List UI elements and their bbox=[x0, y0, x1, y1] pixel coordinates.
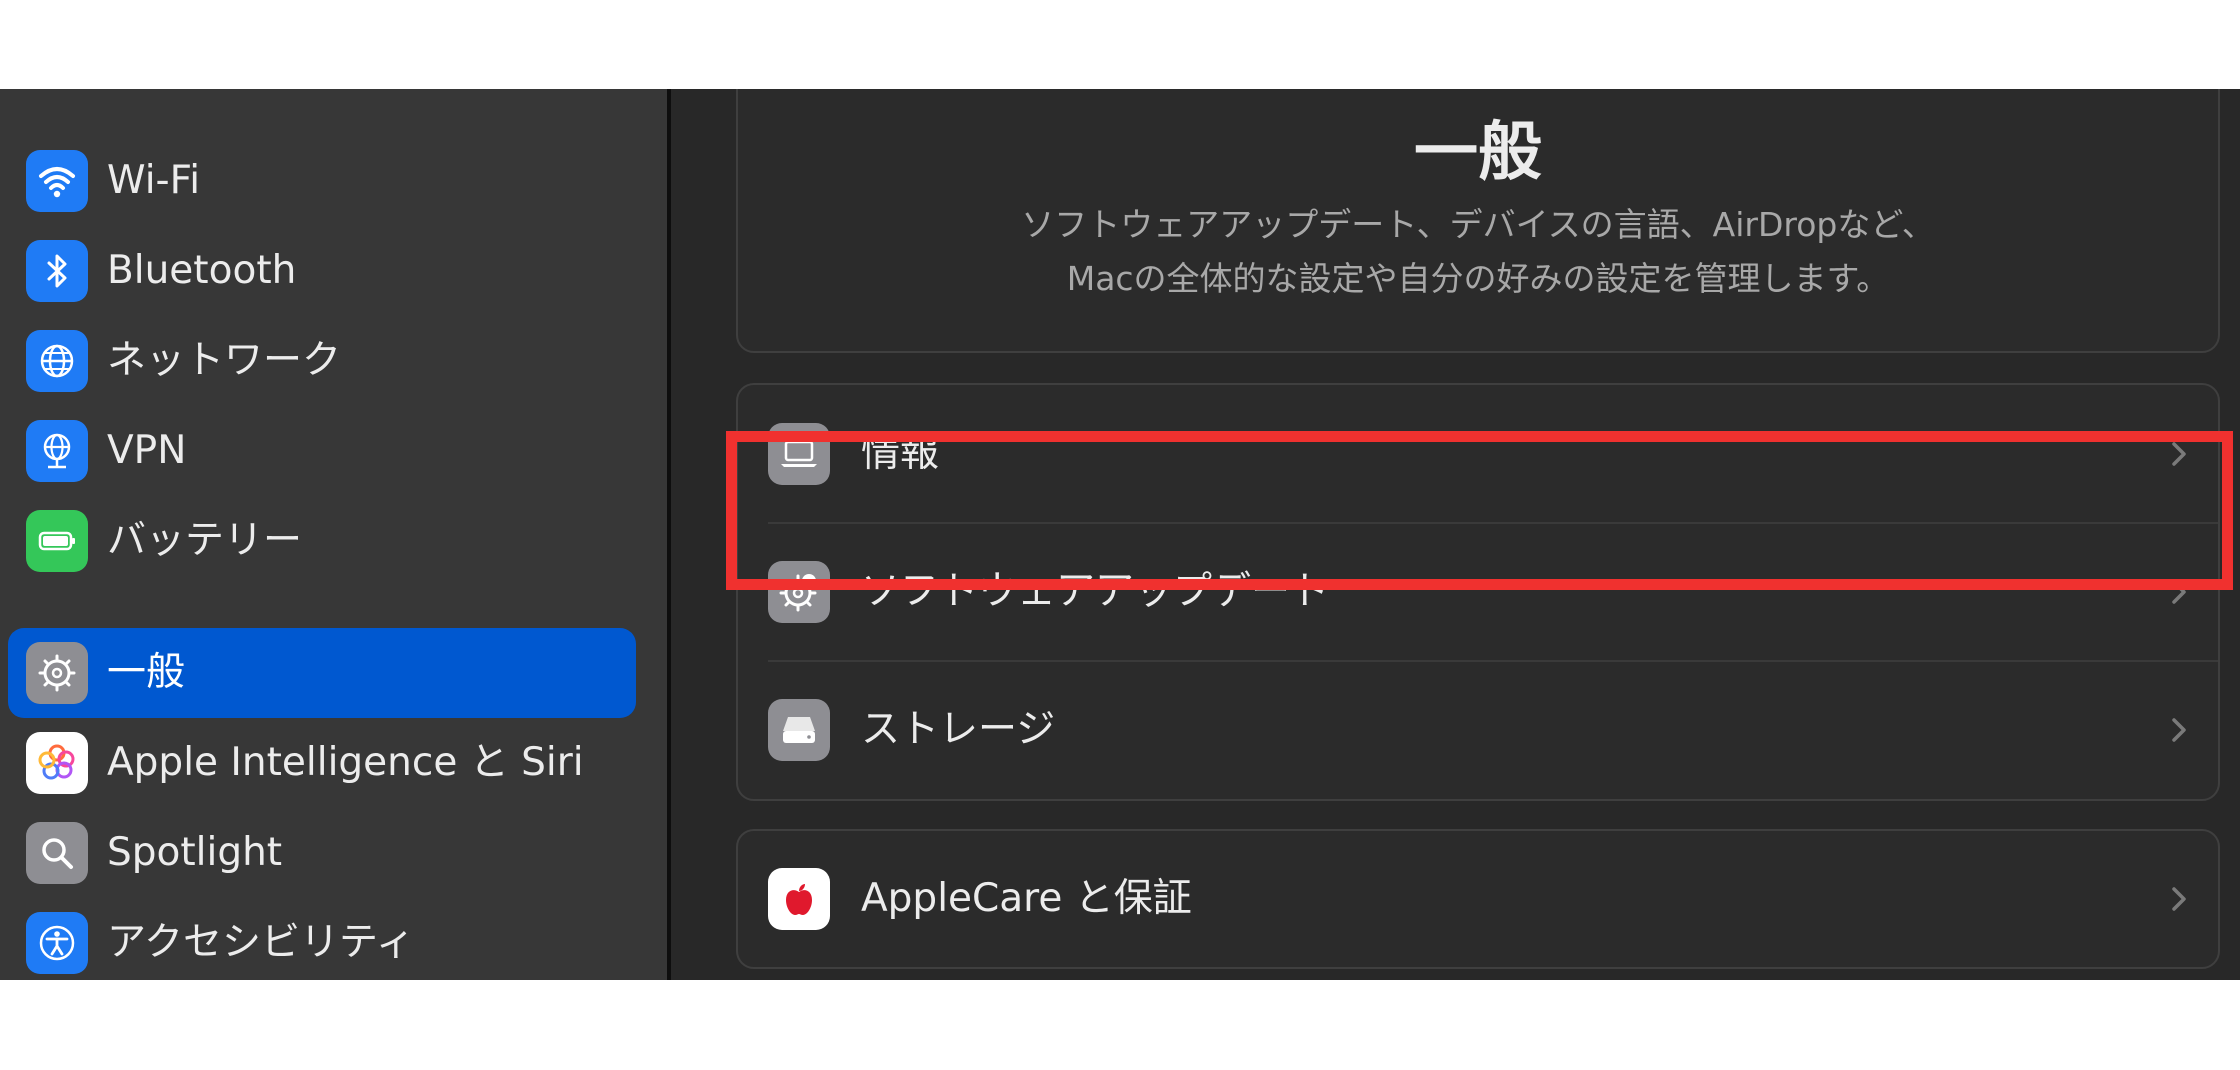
page-title: 一般 bbox=[1414, 116, 1542, 190]
row-software-update[interactable]: ソフトウェアアップデート bbox=[738, 523, 2218, 661]
chevron-right-icon bbox=[2172, 887, 2186, 911]
drive-icon bbox=[768, 699, 830, 761]
sidebar-item-battery[interactable]: バッテリー bbox=[8, 496, 636, 586]
wifi-icon bbox=[26, 150, 88, 212]
page-description-line-1: ソフトウェアアップデート、デバイスの言語、AirDropなど、 bbox=[1021, 205, 1935, 244]
vpn-globe-icon bbox=[26, 420, 88, 482]
sidebar-item-label: バッテリー bbox=[107, 518, 303, 563]
row-label: ソフトウェアアップデート bbox=[861, 569, 1330, 614]
sidebar-item-label: VPN bbox=[107, 428, 187, 473]
battery-icon bbox=[26, 510, 88, 572]
row-label: ストレージ bbox=[861, 707, 1056, 752]
row-applecare-warranty[interactable]: AppleCare と保証 bbox=[738, 830, 2218, 968]
chevron-right-icon bbox=[2172, 580, 2186, 604]
gear-badge-icon bbox=[768, 561, 830, 623]
accessibility-icon bbox=[26, 912, 88, 974]
sidebar-item-label: Bluetooth bbox=[107, 248, 297, 293]
sidebar-item-label: アクセシビリティ bbox=[107, 920, 415, 965]
settings-window: Wi-Fi Bluetooth ネットワーク VPN バッテリー 一般 Appl… bbox=[0, 89, 2240, 980]
laptop-icon bbox=[768, 423, 830, 485]
row-label: 情報 bbox=[861, 431, 940, 476]
sidebar-item-label: Wi-Fi bbox=[107, 158, 201, 203]
applecare-group: AppleCare と保証 bbox=[736, 829, 2220, 969]
row-storage[interactable]: ストレージ bbox=[738, 661, 2218, 799]
bluetooth-icon bbox=[26, 240, 88, 302]
sidebar-item-label: Spotlight bbox=[107, 830, 283, 875]
sidebar-item-network[interactable]: ネットワーク bbox=[8, 316, 636, 406]
general-settings-group: 情報 ソフトウェアアップデート ストレージ bbox=[736, 383, 2220, 801]
sidebar-item-label: ネットワーク bbox=[107, 338, 342, 383]
row-about[interactable]: 情報 bbox=[738, 385, 2218, 523]
apple-intelligence-icon bbox=[26, 732, 88, 794]
chevron-right-icon bbox=[2172, 718, 2186, 742]
apple-logo-icon bbox=[768, 868, 830, 930]
sidebar-item-accessibility[interactable]: アクセシビリティ bbox=[8, 898, 636, 980]
sidebar-item-apple-intelligence-siri[interactable]: Apple Intelligence と Siri bbox=[8, 718, 636, 808]
sidebar-item-vpn[interactable]: VPN bbox=[8, 406, 636, 496]
sidebar: Wi-Fi Bluetooth ネットワーク VPN バッテリー 一般 Appl… bbox=[0, 89, 667, 980]
magnifier-icon bbox=[26, 822, 88, 884]
main-pane: 一般 ソフトウェアアップデート、デバイスの言語、AirDropなど、 Macの全… bbox=[671, 89, 2240, 980]
chevron-right-icon bbox=[2172, 442, 2186, 466]
header-card: 一般 ソフトウェアアップデート、デバイスの言語、AirDropなど、 Macの全… bbox=[736, 89, 2220, 353]
globe-icon bbox=[26, 330, 88, 392]
sidebar-item-label: 一般 bbox=[107, 650, 186, 695]
sidebar-item-wifi[interactable]: Wi-Fi bbox=[8, 136, 636, 226]
page-description-line-2: Macの全体的な設定や自分の好みの設定を管理します。 bbox=[1066, 259, 1890, 298]
gear-icon bbox=[26, 642, 88, 704]
sidebar-item-spotlight[interactable]: Spotlight bbox=[8, 808, 636, 898]
sidebar-item-general[interactable]: 一般 bbox=[8, 628, 636, 718]
sidebar-item-label: Apple Intelligence と Siri bbox=[107, 740, 584, 785]
row-label: AppleCare と保証 bbox=[861, 876, 1192, 921]
sidebar-item-bluetooth[interactable]: Bluetooth bbox=[8, 226, 636, 316]
